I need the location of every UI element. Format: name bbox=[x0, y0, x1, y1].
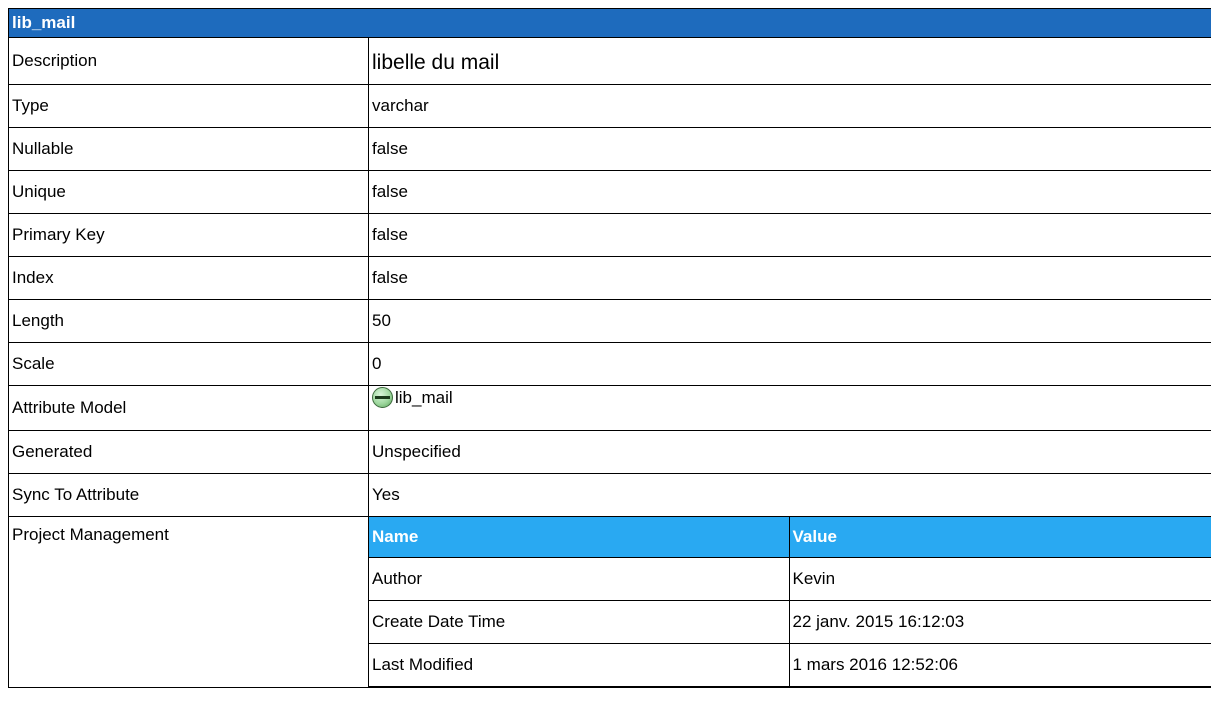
pm-header-row: Name Value bbox=[369, 517, 1211, 558]
table-header-row: lib_mail bbox=[8, 8, 1211, 38]
row-label: Unique bbox=[8, 170, 369, 214]
row-label: Type bbox=[8, 84, 369, 128]
row-project-management: Project Management Name Value Author Kev… bbox=[8, 516, 1211, 688]
properties-sheet: lib_mail Description libelle du mail Typ… bbox=[8, 8, 1211, 688]
pm-name: Author bbox=[369, 557, 790, 601]
pm-header-name: Name bbox=[369, 517, 790, 558]
row-label: Attribute Model bbox=[8, 385, 369, 431]
project-management-table: Name Value Author Kevin Create Date Time… bbox=[369, 517, 1211, 687]
row-label: Scale bbox=[8, 342, 369, 386]
pm-row: Last Modified 1 mars 2016 12:52:06 bbox=[369, 643, 1211, 687]
row-label: Generated bbox=[8, 430, 369, 474]
row-description: Description libelle du mail bbox=[8, 37, 1211, 85]
project-management-cell: Name Value Author Kevin Create Date Time… bbox=[368, 516, 1211, 688]
pm-name: Create Date Time bbox=[369, 600, 790, 644]
row-sync-to-attribute: Sync To Attribute Yes bbox=[8, 473, 1211, 517]
scale-value: 0 bbox=[368, 342, 1211, 386]
row-label: Length bbox=[8, 299, 369, 343]
row-nullable: Nullable false bbox=[8, 127, 1211, 171]
row-label: Nullable bbox=[8, 127, 369, 171]
row-label: Description bbox=[8, 37, 369, 85]
row-primary-key: Primary Key false bbox=[8, 213, 1211, 257]
row-label: Sync To Attribute bbox=[8, 473, 369, 517]
row-label: Primary Key bbox=[8, 213, 369, 257]
attribute-model-cell: lib_mail bbox=[368, 385, 1211, 431]
pm-value: 22 janv. 2015 16:12:03 bbox=[788, 600, 1211, 644]
sync-to-attribute-value: Yes bbox=[368, 473, 1211, 517]
attribute-model-link[interactable]: lib_mail bbox=[395, 388, 453, 407]
index-value: false bbox=[368, 256, 1211, 300]
row-attribute-model: Attribute Model lib_mail bbox=[8, 385, 1211, 431]
row-scale: Scale 0 bbox=[8, 342, 1211, 386]
primary-key-value: false bbox=[368, 213, 1211, 257]
attribute-model-icon bbox=[372, 387, 393, 409]
nullable-value: false bbox=[368, 127, 1211, 171]
properties-table: lib_mail Description libelle du mail Typ… bbox=[8, 8, 1211, 688]
description-value: libelle du mail bbox=[368, 37, 1211, 85]
row-label: Project Management bbox=[8, 516, 369, 688]
column-title: lib_mail bbox=[8, 8, 1211, 38]
row-label: Index bbox=[8, 256, 369, 300]
row-type: Type varchar bbox=[8, 84, 1211, 128]
row-index: Index false bbox=[8, 256, 1211, 300]
row-generated: Generated Unspecified bbox=[8, 430, 1211, 474]
pm-row: Author Kevin bbox=[369, 557, 1211, 601]
pm-row: Create Date Time 22 janv. 2015 16:12:03 bbox=[369, 600, 1211, 644]
row-length: Length 50 bbox=[8, 299, 1211, 343]
pm-name: Last Modified bbox=[369, 643, 790, 687]
pm-value: 1 mars 2016 12:52:06 bbox=[788, 643, 1211, 687]
length-value: 50 bbox=[368, 299, 1211, 343]
generated-value: Unspecified bbox=[368, 430, 1211, 474]
type-value: varchar bbox=[368, 84, 1211, 128]
unique-value: false bbox=[368, 170, 1211, 214]
pm-value: Kevin bbox=[788, 557, 1211, 601]
pm-header-value: Value bbox=[788, 517, 1211, 558]
row-unique: Unique false bbox=[8, 170, 1211, 214]
